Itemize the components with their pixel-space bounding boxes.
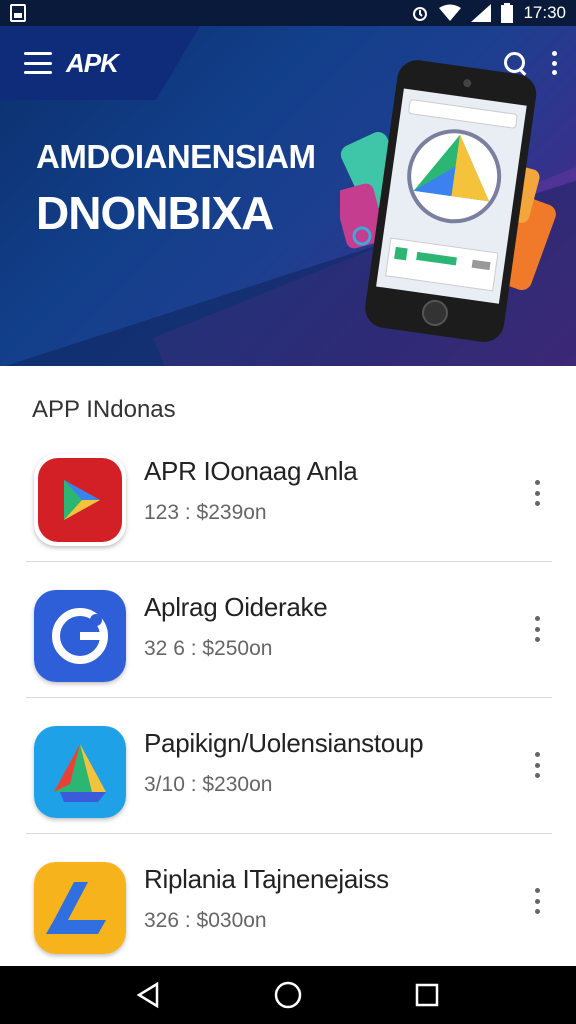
recents-icon[interactable] bbox=[407, 975, 447, 1015]
app-list-item[interactable]: Papikign/Uolensianstoup 3/10 : $230on bbox=[0, 712, 576, 848]
app-name: APR IOonaag Anla bbox=[144, 456, 358, 486]
divider bbox=[26, 833, 552, 834]
alarm-icon bbox=[413, 7, 428, 21]
app-meta: 3/10 : $230on bbox=[144, 773, 273, 796]
app-name: Papikign/Uolensianstoup bbox=[144, 728, 424, 758]
app-more-icon[interactable] bbox=[532, 480, 542, 506]
hero-headline: AMDOIANENSIAM bbox=[36, 138, 316, 175]
system-nav-bar bbox=[0, 966, 576, 1024]
blue-g-icon bbox=[34, 590, 126, 682]
sim-icon bbox=[10, 4, 26, 22]
status-bar: 17:30 bbox=[0, 0, 576, 26]
app-more-icon[interactable] bbox=[532, 616, 542, 642]
app-logo: APK bbox=[66, 47, 119, 78]
app-more-icon[interactable] bbox=[532, 752, 542, 778]
section-title: APP INdonas bbox=[32, 396, 176, 423]
divider bbox=[26, 697, 552, 698]
battery-icon bbox=[501, 3, 514, 23]
app-list-section: APP INdonas APR IOonaag Anla 123 : $239o… bbox=[0, 366, 576, 966]
app-meta: 32 6 : $250on bbox=[144, 637, 273, 660]
app-meta: 326 : $030on bbox=[144, 909, 267, 932]
signal-icon bbox=[471, 4, 492, 22]
menu-icon[interactable] bbox=[24, 52, 52, 74]
home-icon[interactable] bbox=[268, 975, 308, 1015]
phone-illustration bbox=[340, 60, 556, 342]
wifi-icon bbox=[439, 4, 462, 21]
status-time: 17:30 bbox=[523, 3, 566, 22]
yellow-l-icon bbox=[34, 862, 126, 954]
red-play-icon bbox=[34, 454, 126, 546]
app-meta: 123 : $239on bbox=[144, 501, 267, 524]
app-list-item[interactable]: Riplania ITajnenejaiss 326 : $030on bbox=[0, 848, 576, 984]
app-list-item[interactable]: Aplrag Oiderake 32 6 : $250on bbox=[0, 576, 576, 712]
back-icon[interactable] bbox=[129, 975, 169, 1015]
hero-subheadline: DNONBIXA bbox=[36, 187, 274, 239]
app-list-item[interactable]: APR IOonaag Anla 123 : $239on bbox=[0, 440, 576, 576]
drive-triangle-icon bbox=[34, 726, 126, 818]
app-name: Riplania ITajnenejaiss bbox=[144, 864, 389, 894]
divider bbox=[26, 561, 552, 562]
app-name: Aplrag Oiderake bbox=[144, 592, 328, 622]
phone-device bbox=[365, 60, 537, 342]
app-more-icon[interactable] bbox=[532, 888, 542, 914]
